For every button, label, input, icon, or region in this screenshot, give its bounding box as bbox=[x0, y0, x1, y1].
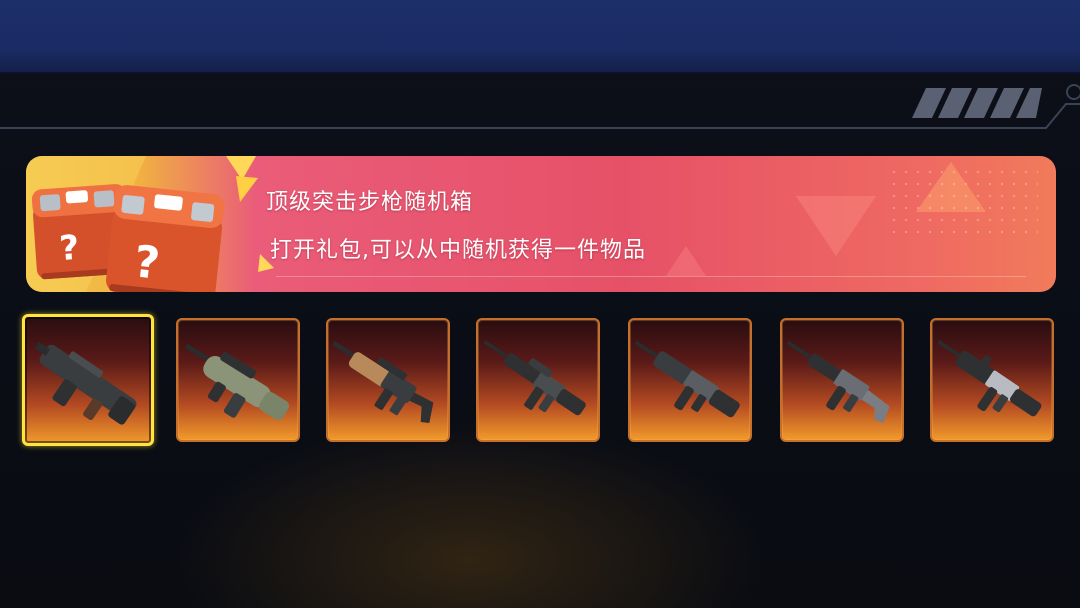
dot-pattern bbox=[888, 166, 1038, 236]
m16-rifle-icon bbox=[937, 339, 1042, 417]
banner-description: 打开礼包,可以从中随机获得一件物品 bbox=[270, 238, 646, 263]
item-grid bbox=[22, 314, 1062, 446]
ak-rifle-icon bbox=[786, 340, 890, 423]
aug-rifle-icon bbox=[184, 343, 290, 421]
stripes-decoration bbox=[912, 88, 1042, 118]
header-divider-line bbox=[0, 84, 1080, 129]
akm-rifle-icon bbox=[634, 340, 740, 418]
mystery-box-icon: ? ? bbox=[26, 156, 274, 292]
item-slot-1[interactable] bbox=[22, 314, 154, 446]
banner-underline bbox=[276, 276, 1026, 277]
triangle-decoration bbox=[796, 196, 876, 256]
m4-carbine-icon bbox=[483, 339, 586, 416]
item-slot-7[interactable] bbox=[930, 318, 1054, 442]
item-slot-3[interactable] bbox=[326, 318, 450, 442]
triangle-decoration bbox=[666, 246, 706, 276]
banner-title: 顶级突击步枪随机箱 bbox=[266, 190, 474, 215]
svg-text:?: ? bbox=[131, 236, 162, 289]
item-slot-4[interactable] bbox=[476, 318, 600, 442]
lootbox-banner: ? ? 顶级突击步枪随机箱 打开礼包,可以从中随机获得一件物品 bbox=[26, 156, 1056, 292]
item-slot-2[interactable] bbox=[176, 318, 300, 442]
bullpup-smg-icon bbox=[34, 341, 137, 425]
item-slot-6[interactable] bbox=[780, 318, 904, 442]
svg-text:?: ? bbox=[58, 228, 80, 269]
item-slot-5[interactable] bbox=[628, 318, 752, 442]
tan-assault-rifle-icon bbox=[332, 340, 434, 423]
